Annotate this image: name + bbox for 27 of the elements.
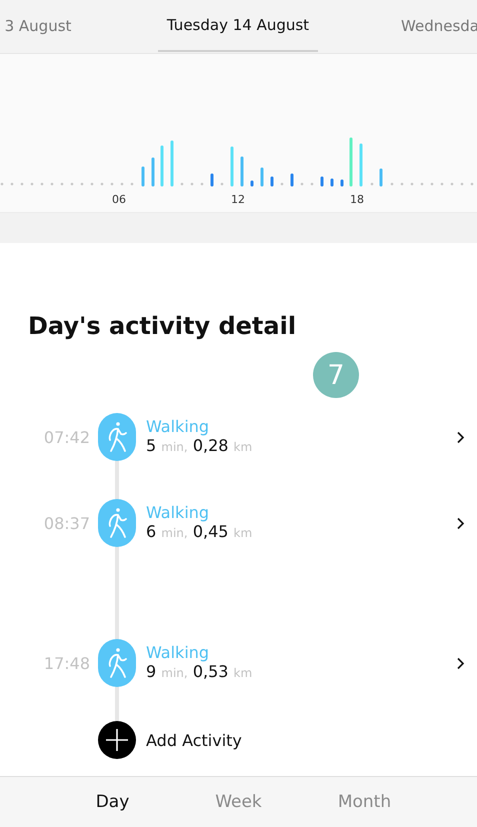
- activity-stats: 6 min, 0,45 km: [146, 522, 254, 543]
- activity-stats: 9 min, 0,53 km: [146, 662, 254, 683]
- walking-icon: [98, 499, 136, 547]
- activity-name[interactable]: Walking: [146, 643, 456, 662]
- add-icon[interactable]: [98, 721, 136, 759]
- activity-time: 08:37: [42, 514, 90, 532]
- activity-name[interactable]: Walking: [146, 417, 456, 436]
- activity-name[interactable]: Walking: [146, 503, 456, 522]
- axis-label: 12: [231, 193, 245, 206]
- chevron-icon[interactable]: [456, 656, 465, 670]
- chevron-icon[interactable]: [456, 430, 465, 444]
- axis-label: 06: [112, 193, 126, 206]
- walking-icon: [98, 639, 136, 687]
- date-tab[interactable]: 3 August: [0, 0, 88, 52]
- add-activity-label[interactable]: Add Activity: [146, 730, 242, 750]
- activity-time: 07:42: [42, 428, 90, 446]
- count-badge: 7: [313, 352, 359, 398]
- period-tab[interactable]: Week: [176, 777, 302, 827]
- date-tab[interactable]: Tuesday 14 August: [158, 0, 318, 52]
- activity-time: 17:48: [42, 654, 90, 672]
- walking-icon: [98, 413, 136, 461]
- activity-stats: 5 min, 0,28 km: [146, 436, 254, 457]
- section-title: Day's activity detail: [28, 312, 298, 340]
- period-tab[interactable]: Day: [50, 777, 176, 827]
- period-tab[interactable]: Month: [302, 777, 428, 827]
- chevron-icon[interactable]: [456, 516, 465, 530]
- axis-label: 18: [350, 193, 364, 206]
